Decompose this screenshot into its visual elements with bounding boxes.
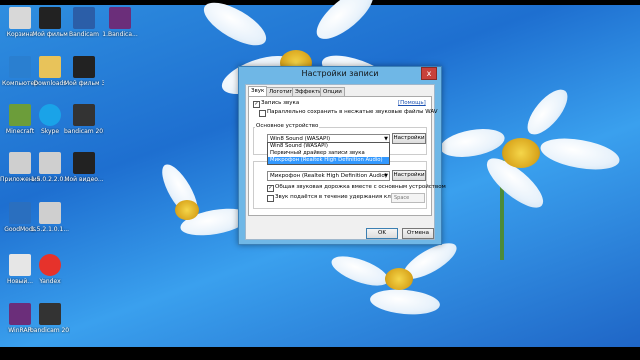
video-file-icon — [73, 152, 95, 174]
mix-label: Общая звуковая дорожка вместе с основным… — [275, 184, 446, 190]
dialog-title-bar[interactable]: Настройки записи x — [239, 67, 441, 81]
desktop-icon-yandex[interactable]: Yandex — [30, 254, 70, 285]
desktop-icon-label: 1.Bandica... — [102, 31, 138, 38]
record-sound-label: Запись звука — [261, 100, 300, 106]
desktop-icon-label: Мой видео... — [64, 176, 104, 183]
recycle-bin-icon — [9, 7, 31, 29]
cancel-button[interactable]: Отмена — [402, 228, 434, 239]
file-icon — [9, 152, 31, 174]
file-icon — [39, 202, 61, 224]
desktop: Корзина Компьютер Minecraft Приложения G… — [0, 0, 640, 360]
parallel-save-label: Параллельно сохранить в несжатые звуковы… — [267, 109, 438, 115]
desktop-icon-label: bandicam 2014... — [64, 128, 104, 135]
app-icon — [9, 202, 31, 224]
wallpaper-flower-bottom — [328, 236, 480, 350]
dropdown-option[interactable]: Первичный драйвер записи звука — [268, 150, 389, 157]
chevron-down-icon: ▼ — [384, 173, 388, 179]
secondary-device-settings-button[interactable]: Настройки — [392, 170, 426, 181]
desktop-icon-bandicam-video-2[interactable]: bandicam 2014... — [64, 104, 104, 135]
file-icon — [39, 152, 61, 174]
video-file-icon — [73, 104, 95, 126]
wallpaper-flower-right — [438, 83, 640, 260]
record-sound-checkbox[interactable]: ✓ — [253, 101, 260, 108]
dialog-title: Настройки записи — [301, 69, 379, 78]
desktop-icon-file-2[interactable]: 1.5.2.1.0.1... — [30, 202, 70, 233]
letterbox-bottom — [0, 347, 640, 360]
folder-icon — [39, 56, 61, 78]
computer-icon — [9, 56, 31, 78]
yandex-icon — [39, 254, 61, 276]
help-link[interactable]: [Помощь] — [398, 100, 426, 106]
mix-checkbox[interactable]: ✓ — [267, 185, 274, 192]
video-file-icon — [73, 56, 95, 78]
recording-settings-dialog: Настройки записи x Звук Логотип Эффекты … — [238, 66, 446, 245]
video-file-icon — [39, 7, 61, 29]
skype-icon — [39, 104, 61, 126]
tab-options[interactable]: Опции — [320, 87, 345, 96]
desktop-icon-bandicam[interactable]: Bandicam — [64, 7, 104, 38]
desktop-icon-my-film-3[interactable]: Мой фильм 3 — [64, 56, 104, 87]
winrar-icon — [109, 7, 131, 29]
ok-button[interactable]: OK — [366, 228, 398, 239]
file-icon — [9, 254, 31, 276]
tab-sound[interactable]: Звук — [248, 86, 268, 96]
desktop-icon-label: Bandicam — [69, 31, 99, 38]
hold-key-checkbox[interactable] — [267, 195, 274, 202]
winrar-icon — [9, 303, 31, 325]
desktop-icon-my-video[interactable]: Мой видео... — [64, 152, 104, 183]
desktop-icon-label: Мой фильм 3 — [64, 80, 104, 87]
dropdown-option-selected[interactable]: Микрофон (Realtek High Definition Audio) — [268, 157, 389, 164]
device-dropdown-list: Win8 Sound (WASAPI) Первичный драйвер за… — [267, 142, 390, 165]
minecraft-icon — [9, 104, 31, 126]
desktop-icon-bandicam-rar[interactable]: 1.Bandica... — [100, 7, 140, 38]
video-file-icon — [39, 303, 61, 325]
secondary-device-select[interactable]: Микрофон (Realtek High Definition Audio)… — [267, 171, 390, 181]
dialog-client-area: Звук Логотип Эффекты Опции ✓ Запись звук… — [245, 84, 446, 240]
secondary-device-value: Микрофон (Realtek High Definition Audio) — [270, 173, 387, 179]
desktop-icon-label: bandicam 2014-03-... — [30, 327, 70, 334]
desktop-icon-bandicam-video[interactable]: bandicam 2014-03-... — [30, 303, 70, 334]
tab-page-sound: ✓ Запись звука [Помощь] Параллельно сохр… — [248, 96, 446, 216]
hold-key-label: Звук подаётся в течение удержания клавиш… — [275, 194, 410, 200]
dropdown-option[interactable]: Win8 Sound (WASAPI) — [268, 143, 389, 150]
parallel-save-checkbox[interactable] — [259, 110, 266, 117]
close-button[interactable]: x — [421, 67, 437, 80]
bandicam-icon — [73, 7, 95, 29]
main-device-settings-button[interactable]: Настройки — [392, 133, 426, 144]
hotkey-field[interactable]: Space — [391, 193, 425, 203]
desktop-icon-label: Yandex — [39, 278, 61, 285]
main-device-label: Основное устройство — [255, 123, 320, 129]
desktop-icon-label: 1.5.2.1.0.1... — [30, 226, 70, 233]
